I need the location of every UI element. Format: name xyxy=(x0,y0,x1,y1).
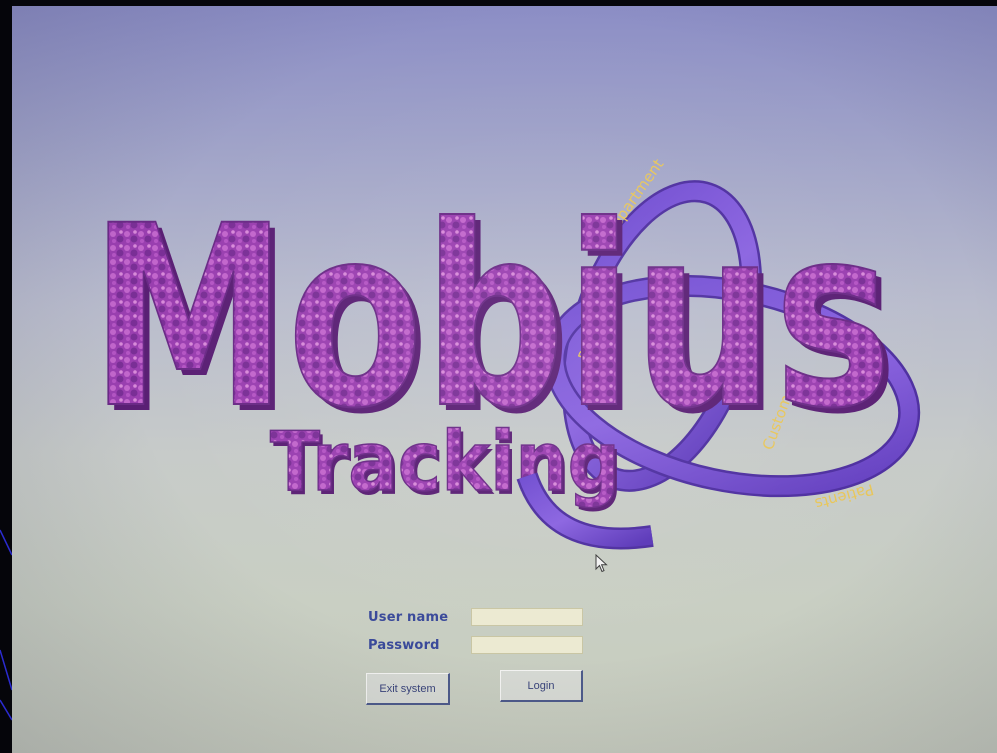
mobius-tracking-logo: Department Patients Customer Patients Mo… xyxy=(89,156,921,550)
exit-system-button[interactable]: Exit system xyxy=(366,673,450,705)
login-form: User name Password Exit system Login xyxy=(362,603,622,713)
password-field[interactable] xyxy=(471,636,583,654)
login-button-label: Login xyxy=(527,679,555,692)
bezel-reflection xyxy=(0,529,13,721)
password-label: Password xyxy=(368,638,440,653)
monitor-bezel xyxy=(0,0,13,753)
photo-frame: Department Patients Customer Patients Mo… xyxy=(0,0,997,753)
username-field[interactable] xyxy=(471,608,583,626)
username-label: User name xyxy=(368,610,449,625)
login-screen: Department Patients Customer Patients Mo… xyxy=(12,6,997,753)
logo-subtitle: Tracking Tracking xyxy=(269,414,623,514)
exit-system-button-label: Exit system xyxy=(379,682,436,695)
svg-text:Tracking: Tracking xyxy=(270,415,620,510)
arrow-pointer-icon xyxy=(595,554,608,573)
login-button[interactable]: Login xyxy=(500,670,583,702)
